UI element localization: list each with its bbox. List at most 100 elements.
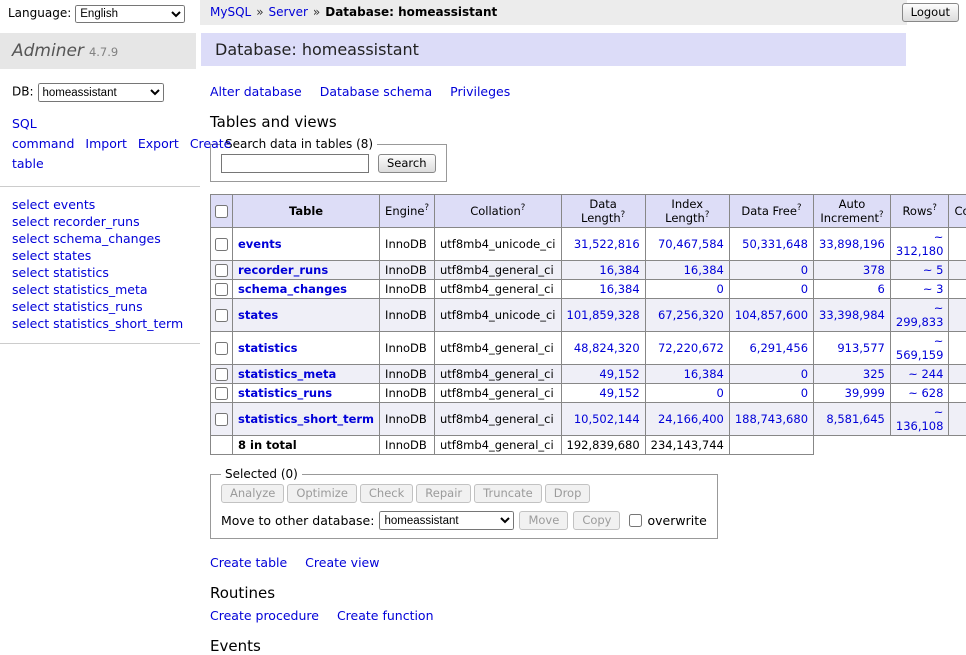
table-name-link[interactable]: statistics bbox=[238, 341, 298, 355]
auto-increment-link[interactable]: 913,577 bbox=[837, 341, 885, 355]
help-marker-icon[interactable]: ? bbox=[879, 210, 884, 220]
index-length-link[interactable]: 67,256,320 bbox=[658, 308, 724, 322]
select-all-checkbox[interactable] bbox=[215, 205, 228, 218]
search-input[interactable] bbox=[221, 154, 369, 173]
truncate-button[interactable]: Truncate bbox=[474, 484, 542, 503]
create-link[interactable]: Create view bbox=[305, 555, 379, 570]
table-name-link[interactable]: statistics_runs bbox=[238, 386, 332, 400]
database-action-link[interactable]: Privileges bbox=[450, 84, 510, 99]
help-marker-icon[interactable]: ? bbox=[621, 210, 626, 220]
sidebar-select-link[interactable]: select statistics_runs bbox=[12, 298, 188, 315]
help-marker-icon[interactable]: ? bbox=[932, 203, 937, 213]
row-checkbox[interactable] bbox=[215, 413, 228, 426]
auto-increment-link[interactable]: 8,581,645 bbox=[826, 412, 885, 426]
data-free-link[interactable]: 0 bbox=[801, 367, 808, 381]
repair-button[interactable]: Repair bbox=[416, 484, 471, 503]
row-checkbox[interactable] bbox=[215, 309, 228, 322]
routine-link[interactable]: Create function bbox=[337, 608, 434, 623]
auto-increment-link[interactable]: 33,898,196 bbox=[819, 237, 885, 251]
sidebar-select-link[interactable]: select schema_changes bbox=[12, 230, 188, 247]
row-checkbox[interactable] bbox=[215, 283, 228, 296]
index-length-link[interactable]: 0 bbox=[717, 386, 724, 400]
help-marker-icon[interactable]: ? bbox=[521, 203, 526, 213]
data-length-link[interactable]: 48,824,320 bbox=[574, 341, 640, 355]
optimize-button[interactable]: Optimize bbox=[287, 484, 357, 503]
sidebar-select-link[interactable]: select events bbox=[12, 196, 188, 213]
copy-button[interactable]: Copy bbox=[573, 511, 620, 530]
sidebar-nav-link[interactable]: Import bbox=[85, 136, 127, 151]
data-free-link[interactable]: 104,857,600 bbox=[735, 308, 808, 322]
sidebar-nav-link[interactable]: Export bbox=[138, 136, 179, 151]
rows-count-link[interactable]: ~ 628 bbox=[908, 386, 943, 400]
index-length-link[interactable]: 70,467,584 bbox=[658, 237, 724, 251]
analyze-button[interactable]: Analyze bbox=[221, 484, 284, 503]
index-length-link[interactable]: 16,384 bbox=[684, 263, 724, 277]
routine-link[interactable]: Create procedure bbox=[210, 608, 319, 623]
sidebar-select-link[interactable]: select statistics_meta bbox=[12, 281, 188, 298]
help-marker-icon[interactable]: ? bbox=[797, 203, 802, 213]
rows-count-link[interactable]: ~ 569,159 bbox=[896, 334, 944, 362]
data-length-link[interactable]: 16,384 bbox=[599, 282, 639, 296]
auto-increment-link[interactable]: 6 bbox=[878, 282, 885, 296]
move-db-select[interactable]: homeassistant bbox=[379, 511, 514, 530]
database-action-link[interactable]: Database schema bbox=[320, 84, 432, 99]
rows-count-link[interactable]: ~ 5 bbox=[923, 263, 944, 277]
check-button[interactable]: Check bbox=[360, 484, 413, 503]
table-name-link[interactable]: events bbox=[238, 237, 282, 251]
row-checkbox[interactable] bbox=[215, 342, 228, 355]
table-name-link[interactable]: statistics_short_term bbox=[238, 412, 374, 426]
index-length-link[interactable]: 0 bbox=[717, 282, 724, 296]
sidebar-select-link[interactable]: select statistics_short_term bbox=[12, 315, 188, 332]
auto-increment-link[interactable]: 33,398,984 bbox=[819, 308, 885, 322]
table-name-link[interactable]: statistics_meta bbox=[238, 367, 336, 381]
create-link[interactable]: Create table bbox=[210, 555, 287, 570]
data-free-link[interactable]: 0 bbox=[801, 263, 808, 277]
data-free-link[interactable]: 50,331,648 bbox=[742, 237, 808, 251]
data-free-link[interactable]: 0 bbox=[801, 282, 808, 296]
db-select[interactable]: homeassistant bbox=[38, 83, 164, 102]
row-checkbox[interactable] bbox=[215, 387, 228, 400]
row-checkbox[interactable] bbox=[215, 264, 228, 277]
sidebar-select-link[interactable]: select states bbox=[12, 247, 188, 264]
logout-button[interactable]: Logout bbox=[902, 3, 959, 22]
rows-count-link[interactable]: ~ 136,108 bbox=[896, 405, 944, 433]
rows-count-link[interactable]: ~ 312,180 bbox=[896, 230, 944, 258]
sidebar-nav-link[interactable]: SQL command bbox=[12, 116, 74, 151]
auto-increment-link[interactable]: 39,999 bbox=[845, 386, 885, 400]
data-free-link[interactable]: 188,743,680 bbox=[735, 412, 808, 426]
auto-increment-link[interactable]: 325 bbox=[863, 367, 885, 381]
help-marker-icon[interactable]: ? bbox=[705, 210, 710, 220]
row-checkbox[interactable] bbox=[215, 238, 228, 251]
breadcrumb-link-server-type[interactable]: MySQL bbox=[210, 5, 251, 19]
data-free-link[interactable]: 0 bbox=[801, 386, 808, 400]
data-length-link[interactable]: 101,859,328 bbox=[567, 308, 640, 322]
search-button[interactable]: Search bbox=[378, 154, 436, 173]
breadcrumb-link-server[interactable]: Server bbox=[269, 5, 308, 19]
index-length-link[interactable]: 16,384 bbox=[684, 367, 724, 381]
data-length-link[interactable]: 49,152 bbox=[599, 367, 639, 381]
data-length-link[interactable]: 49,152 bbox=[599, 386, 639, 400]
auto-increment-link[interactable]: 378 bbox=[863, 263, 885, 277]
data-length-link[interactable]: 16,384 bbox=[599, 263, 639, 277]
sidebar-select-link[interactable]: select recorder_runs bbox=[12, 213, 188, 230]
engine-cell: InnoDB bbox=[380, 280, 435, 299]
sidebar-select-link[interactable]: select statistics bbox=[12, 264, 188, 281]
row-checkbox[interactable] bbox=[215, 368, 228, 381]
index-length-link[interactable]: 24,166,400 bbox=[658, 412, 724, 426]
data-length-link[interactable]: 10,502,144 bbox=[574, 412, 640, 426]
move-button[interactable]: Move bbox=[519, 511, 568, 530]
rows-count-link[interactable]: ~ 299,833 bbox=[896, 301, 944, 329]
data-free-link[interactable]: 6,291,456 bbox=[749, 341, 808, 355]
data-length-link[interactable]: 31,522,816 bbox=[574, 237, 640, 251]
rows-count-link[interactable]: ~ 244 bbox=[908, 367, 943, 381]
table-name-link[interactable]: recorder_runs bbox=[238, 263, 328, 277]
overwrite-checkbox[interactable] bbox=[629, 514, 642, 527]
table-name-link[interactable]: schema_changes bbox=[238, 282, 347, 296]
index-length-link[interactable]: 72,220,672 bbox=[658, 341, 724, 355]
rows-count-link[interactable]: ~ 3 bbox=[923, 282, 944, 296]
language-select[interactable]: English bbox=[75, 5, 185, 23]
database-action-link[interactable]: Alter database bbox=[210, 84, 302, 99]
drop-button[interactable]: Drop bbox=[545, 484, 591, 503]
table-name-link[interactable]: states bbox=[238, 308, 278, 322]
help-marker-icon[interactable]: ? bbox=[424, 203, 429, 213]
